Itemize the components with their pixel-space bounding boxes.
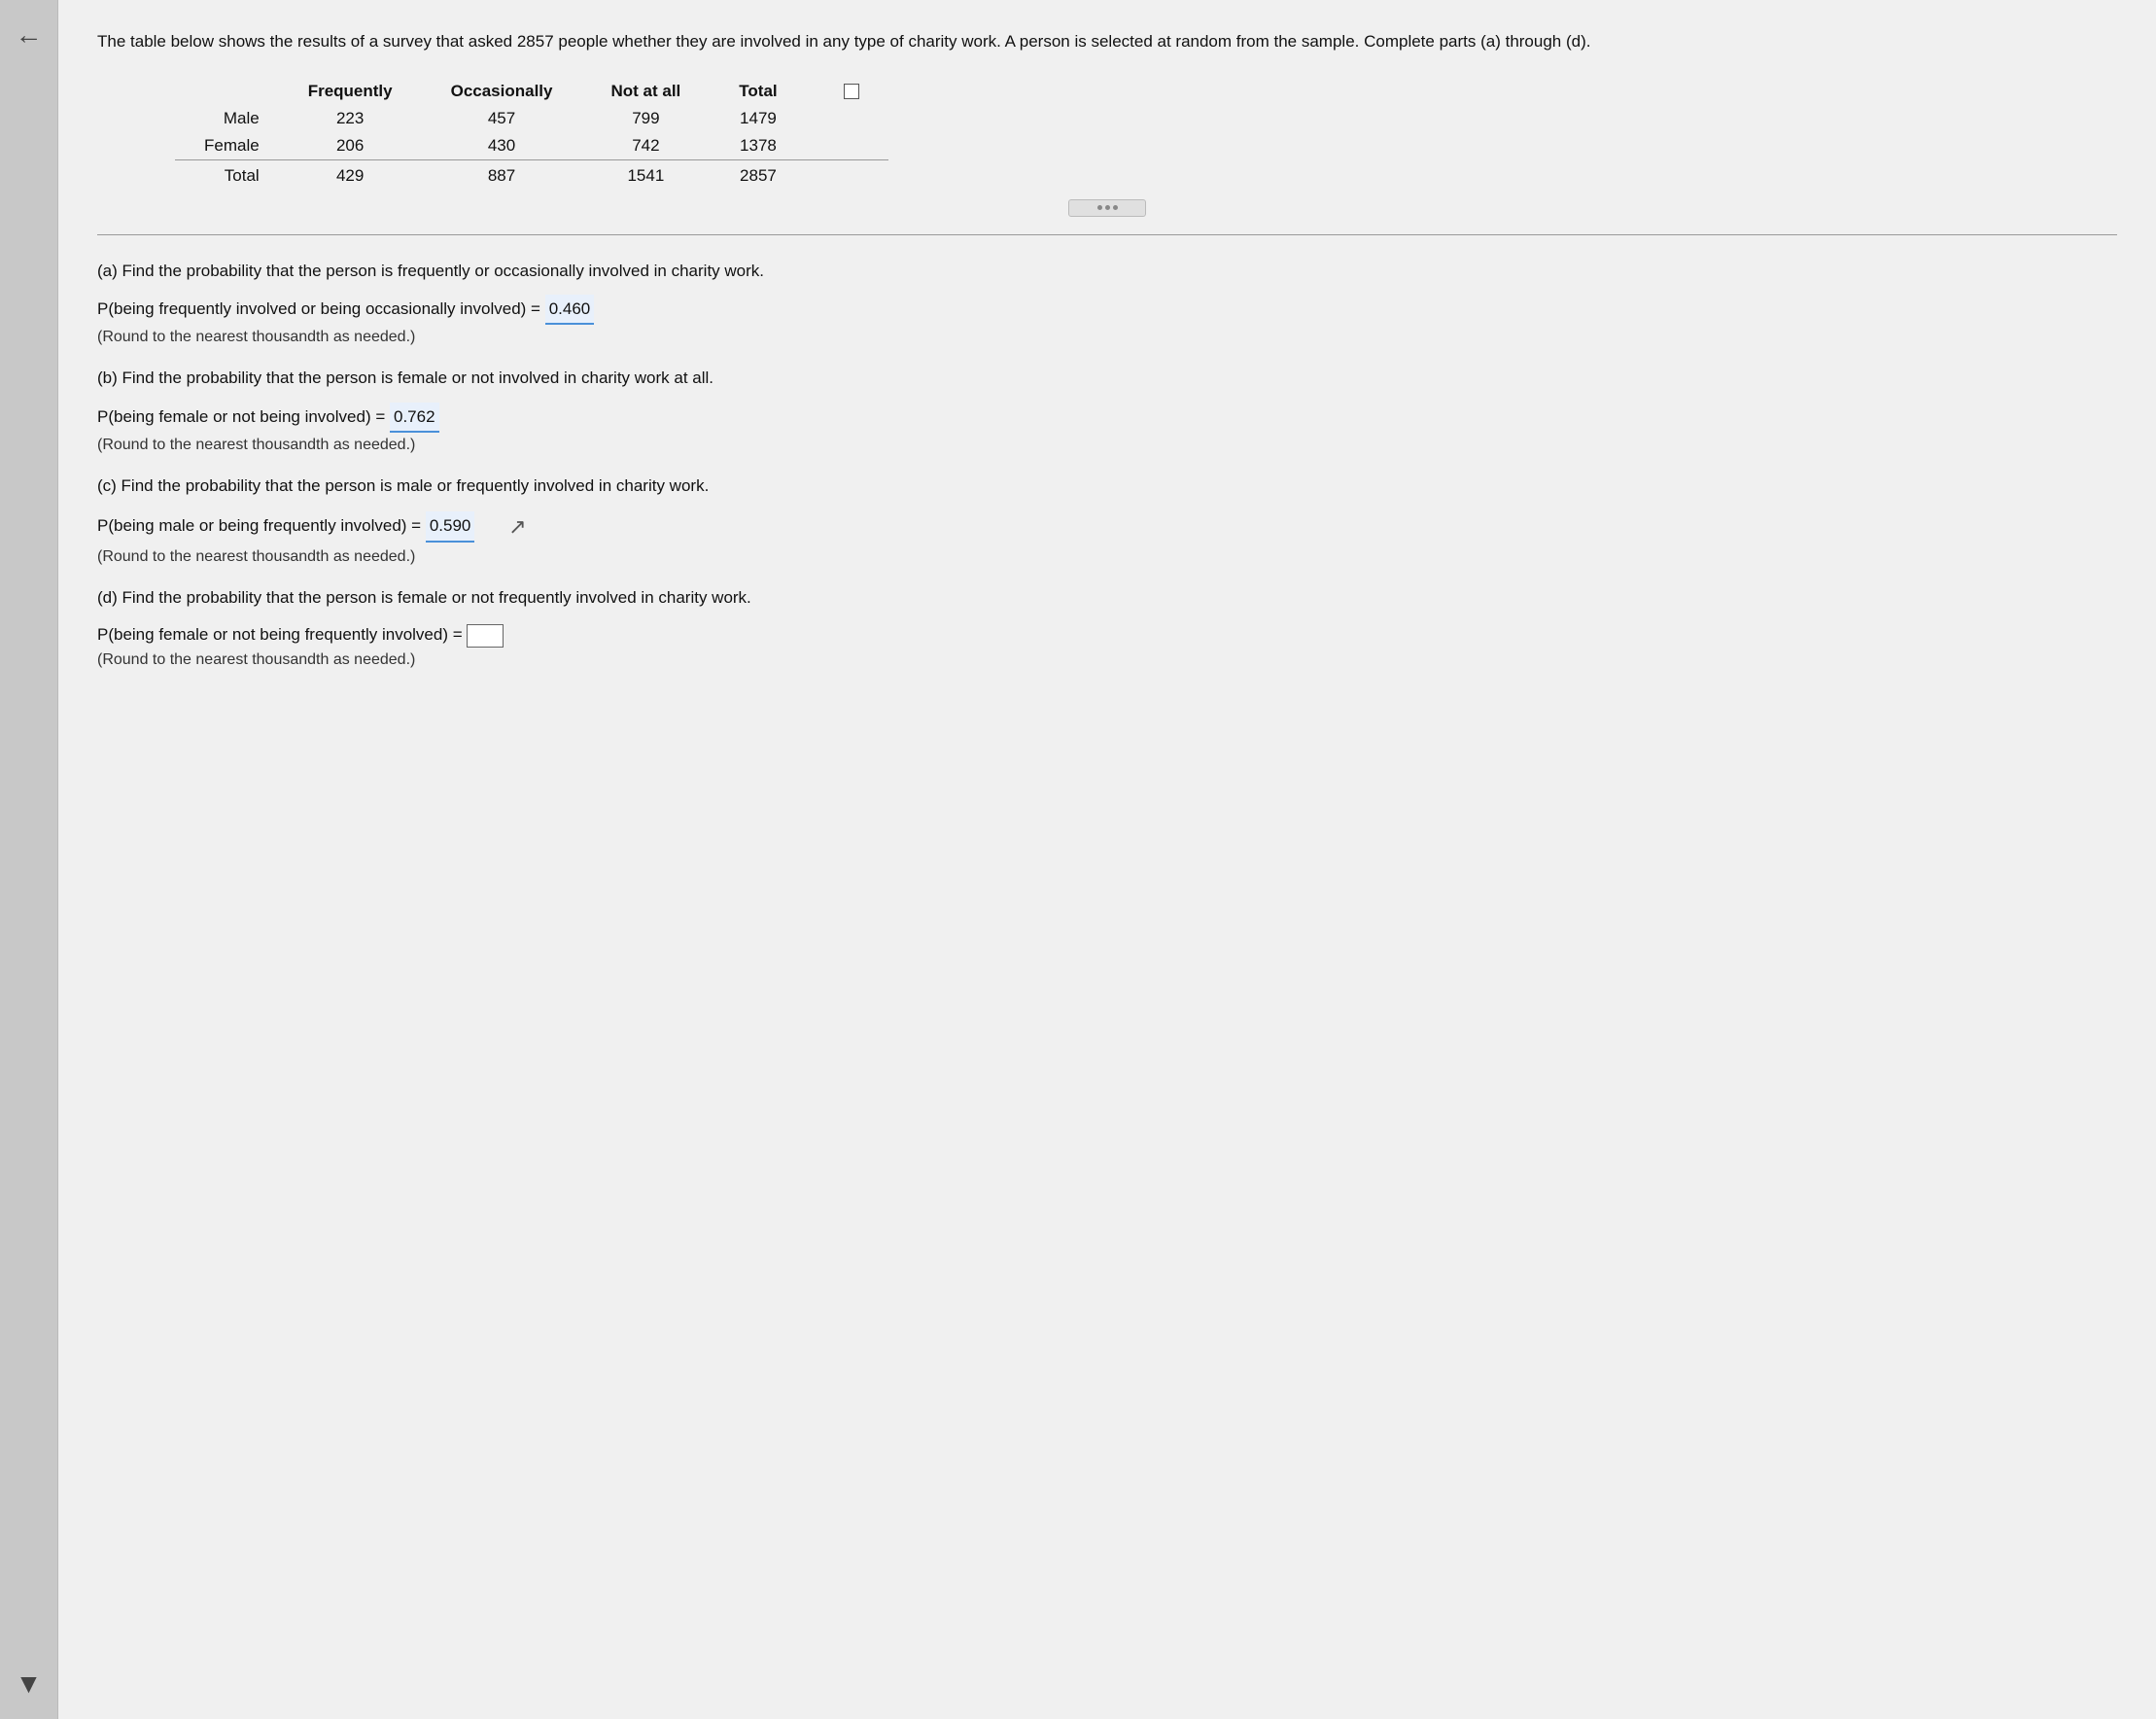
answer-a: P(being frequently involved or being occ… — [97, 295, 2117, 325]
intro-text: The table below shows the results of a s… — [97, 29, 2041, 54]
table-cell-total-frequently: 429 — [279, 159, 422, 190]
table-cell-total-label: Total — [175, 159, 279, 190]
section-b: (b) Find the probability that the person… — [97, 366, 2117, 454]
table-cell-total-total: 2857 — [710, 159, 806, 190]
section-a: (a) Find the probability that the person… — [97, 259, 2117, 347]
survey-table: Frequently Occasionally Not at all Total… — [175, 78, 888, 190]
down-arrow-icon[interactable]: ▼ — [16, 1668, 43, 1700]
cursor-arrow-icon: ↗ — [508, 509, 526, 544]
table-header-frequently: Frequently — [279, 78, 422, 105]
formula-c: P(being male or being frequently involve… — [97, 516, 426, 535]
table-cell-total-occasionally: 887 — [422, 159, 582, 190]
section-d: (d) Find the probability that the person… — [97, 585, 2117, 670]
table-cell-male-not-at-all: 799 — [581, 105, 710, 132]
scroll-dots — [1097, 205, 1118, 210]
answer-b: P(being female or not being involved) = … — [97, 403, 2117, 433]
table-header-occasionally: Occasionally — [422, 78, 582, 105]
scroll-dot — [1097, 205, 1102, 210]
question-a: (a) Find the probability that the person… — [97, 259, 2117, 284]
table-header-empty — [175, 78, 279, 105]
answer-input-d[interactable] — [467, 624, 504, 648]
table-header-not-at-all: Not at all — [581, 78, 710, 105]
scroll-bar[interactable] — [1068, 199, 1146, 217]
question-c: (c) Find the probability that the person… — [97, 474, 2117, 499]
formula-a: P(being frequently involved or being occ… — [97, 299, 545, 318]
table-row: Female 206 430 742 1378 — [175, 132, 888, 160]
answer-c: P(being male or being frequently involve… — [97, 509, 2117, 544]
data-table-container: Frequently Occasionally Not at all Total… — [97, 78, 2117, 190]
table-cell-female-not-at-all: 742 — [581, 132, 710, 160]
answer-value-c[interactable]: 0.590 — [426, 511, 475, 542]
note-d: (Round to the nearest thousandth as need… — [97, 651, 2117, 669]
question-b: (b) Find the probability that the person… — [97, 366, 2117, 391]
formula-b: P(being female or not being involved) = — [97, 407, 390, 426]
scroll-indicator[interactable] — [97, 199, 2117, 217]
table-cell-total-not-at-all: 1541 — [581, 159, 710, 190]
table-cell-male-occasionally: 457 — [422, 105, 582, 132]
note-a: (Round to the nearest thousandth as need… — [97, 329, 2117, 346]
table-cell-male-total: 1479 — [710, 105, 806, 132]
question-d: (d) Find the probability that the person… — [97, 585, 2117, 611]
note-c: (Round to the nearest thousandth as need… — [97, 548, 2117, 566]
left-navigation-bar: ← ▼ — [0, 0, 58, 1719]
formula-d: P(being female or not being frequently i… — [97, 625, 467, 644]
table-cell-female-label: Female — [175, 132, 279, 160]
table-row: Total 429 887 1541 2857 — [175, 159, 888, 190]
table-cell-male-frequently: 223 — [279, 105, 422, 132]
table-cell-female-occasionally: 430 — [422, 132, 582, 160]
table-cell-female-total: 1378 — [710, 132, 806, 160]
answer-value-a[interactable]: 0.460 — [545, 295, 595, 325]
table-row: Male 223 457 799 1479 — [175, 105, 888, 132]
note-b: (Round to the nearest thousandth as need… — [97, 437, 2117, 454]
scroll-dot — [1105, 205, 1110, 210]
table-header-total: Total — [710, 78, 806, 105]
answer-value-b[interactable]: 0.762 — [390, 403, 439, 433]
checkbox-icon[interactable] — [844, 84, 859, 99]
main-content: The table below shows the results of a s… — [58, 0, 2156, 1719]
answer-d: P(being female or not being frequently i… — [97, 621, 2117, 648]
section-c: (c) Find the probability that the person… — [97, 474, 2117, 566]
scroll-dot — [1113, 205, 1118, 210]
back-arrow-icon[interactable]: ← — [16, 19, 43, 51]
table-cell-female-frequently: 206 — [279, 132, 422, 160]
table-cell-male-label: Male — [175, 105, 279, 132]
horizontal-divider — [97, 234, 2117, 235]
